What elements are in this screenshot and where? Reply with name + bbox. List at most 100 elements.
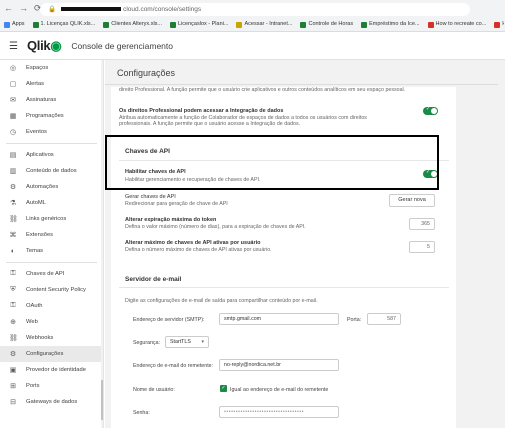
sidebar-icon: ⛨: [10, 286, 16, 293]
sidebar-item-label: Automações: [26, 184, 59, 190]
generate-new-button[interactable]: Gerar nova: [389, 194, 435, 207]
sidebar-item[interactable]: ⛓ Links genéricos: [0, 211, 103, 227]
sidebar-item-label: AutoML: [26, 200, 46, 206]
sidebar-icon: ⛓: [9, 216, 18, 223]
bookmark-label: 1. Licenças QLIK.xls...: [40, 21, 96, 27]
bookmark-item[interactable]: Acessar - Intranet...: [236, 19, 292, 30]
qlik-logo[interactable]: Qlik◉: [27, 38, 62, 54]
security-select[interactable]: StartTLS ▾: [165, 336, 209, 348]
bookmark-label: How to recreate co...: [435, 21, 487, 27]
sidebar-item[interactable]: ⚿ OAuth: [0, 298, 103, 314]
bookmark-item[interactable]: Controle de Horas: [300, 19, 353, 30]
bookmark-item[interactable]: 1. Licenças QLIK.xls...: [32, 19, 96, 30]
sidebar-divider: [6, 143, 97, 144]
bookmark-icon: [103, 21, 110, 28]
email-section-title: Servidor de e-mail: [125, 276, 182, 283]
sidebar-icon: ⚙: [9, 351, 17, 358]
lock-icon: 🔒: [48, 6, 57, 13]
sidebar-item[interactable]: ▦ Programações: [0, 108, 103, 124]
sidebar-icon: ⚿: [10, 270, 16, 277]
sidebar-item-label: Gateways de dados: [26, 399, 78, 405]
sidebar-icon: ▣: [9, 367, 17, 374]
sidebar-item[interactable]: ⌘ Extensões: [0, 227, 103, 243]
sidebar-item-label: Espaços: [26, 65, 49, 71]
bookmarks-bar: Apps 1. Licenças QLIK.xls... Clientes Alte…: [4, 19, 504, 30]
sidebar-icon: ▦: [9, 113, 17, 120]
sidebar-item-label: Aplicativos: [26, 152, 54, 158]
browser-nav: ← → ⟳: [4, 3, 42, 14]
sidebar-item[interactable]: ✉ Assinaturas: [0, 92, 103, 108]
back-icon[interactable]: ←: [4, 3, 13, 14]
bookmark-item[interactable]: Clientes Alteryx.xls...: [103, 19, 162, 30]
same-as-sender-checkbox[interactable]: ✓: [220, 385, 227, 392]
sidebar-icon: ◎: [9, 65, 17, 72]
highlight-box: [105, 135, 439, 190]
bookmark-icon: [361, 21, 368, 28]
sidebar-item[interactable]: ▥ Conteúdo de dados: [0, 163, 103, 179]
sidebar-item[interactable]: ⊟ Gateways de dados: [0, 394, 103, 410]
same-as-sender-label: Igual ao endereço de e-mail do remetente: [230, 387, 329, 393]
sidebar-scrollbar[interactable]: [101, 60, 103, 428]
sidebar-item[interactable]: ◷ Eventos: [0, 124, 103, 140]
sidebar-item[interactable]: ◎ Espaços: [0, 60, 103, 76]
port-input[interactable]: 587: [367, 313, 401, 325]
smtp-server-input[interactable]: smtp.gmail.com: [219, 313, 339, 325]
token-expiry-label: Alterar expiração máxima do token: [125, 217, 217, 223]
forward-icon[interactable]: →: [19, 3, 28, 14]
smtp-server-label: Endereço de servidor (SMTP):: [133, 317, 205, 323]
bookmark-item[interactable]: Apps: [4, 19, 25, 30]
generate-api-keys-label: Gerar chaves de API: [125, 194, 176, 200]
sidebar-item[interactable]: ⊞ Ports: [0, 378, 103, 394]
sidebar-icon: ▤: [9, 152, 17, 159]
sidebar-item[interactable]: ◐ Temas: [0, 243, 103, 259]
sender-input[interactable]: no-reply@nordica.net.br: [219, 359, 339, 371]
bookmark-item[interactable]: Empréstimo da Ice...: [361, 19, 420, 30]
top-description: direito Professional. A função permite q…: [119, 87, 406, 93]
sidebar-item-label: Provedor de identidade: [26, 367, 86, 373]
page-title: Configurações: [117, 68, 176, 78]
menu-icon[interactable]: ☰: [9, 41, 18, 52]
bookmark-label: Empréstimo da Ice...: [369, 21, 420, 27]
sidebar-item[interactable]: ⛓ Webhooks: [0, 330, 103, 346]
qlik-logo-mark: ◉: [50, 38, 62, 53]
sidebar-item-label: Content Security Policy: [26, 287, 86, 293]
bookmark-item[interactable]: How to recreate co...: [427, 19, 487, 30]
chevron-down-icon: ▾: [201, 339, 204, 345]
max-keys-input[interactable]: 5: [409, 241, 435, 253]
sidebar-item-label: Ports: [26, 383, 40, 389]
sidebar-item[interactable]: ⚿ Chaves de API: [0, 266, 103, 282]
password-input[interactable]: ••••••••••••••••••••••••••••••••••: [219, 406, 339, 418]
check-icon: ✓: [426, 106, 431, 112]
sidebar-item-label: Chaves de API: [26, 271, 65, 277]
sidebar-item-label: Configurações: [26, 351, 64, 357]
sidebar-item[interactable]: ⛨ Content Security Policy: [0, 282, 103, 298]
bookmark-icon: [300, 21, 307, 28]
sidebar-item[interactable]: ⚙ Configurações: [0, 346, 103, 362]
main-scrollbar[interactable]: [498, 60, 505, 428]
token-expiry-input[interactable]: 365: [409, 218, 435, 230]
sidebar-item[interactable]: ▤ Aplicativos: [0, 147, 103, 163]
sidebar-icon: ⊕: [10, 319, 16, 326]
sidebar-item[interactable]: ⚙ Automações: [0, 179, 103, 195]
bookmark-label: Controle de Horas: [308, 21, 354, 27]
professional-toggle[interactable]: ✓: [423, 106, 438, 115]
sidebar-item-label: Temas: [26, 248, 44, 254]
sidebar-item[interactable]: ▣ Provedor de identidade: [0, 362, 103, 378]
email-intro: Digite as configurações de e-mail de saí…: [125, 298, 318, 304]
sidebar-scrollbar-thumb[interactable]: [101, 380, 103, 420]
sidebar-icon: ⚿: [10, 302, 16, 309]
sidebar-item[interactable]: ▢ Alertas: [0, 76, 103, 92]
generate-api-keys-desc: Redirecionar para geração de chave de AP…: [125, 201, 228, 207]
sidebar-item-label: Webhooks: [26, 335, 54, 341]
sidebar-icon: ⚗: [9, 200, 17, 207]
sidebar-item[interactable]: ⊕ Web: [0, 314, 103, 330]
security-label: Segurança:: [133, 340, 161, 346]
app-title: Console de gerenciamento: [71, 41, 173, 51]
sender-label: Endereço de e-mail do remetente:: [133, 363, 214, 369]
sidebar-item[interactable]: ⚗ AutoML: [0, 195, 103, 211]
address-bar[interactable]: 🔒 cloud.com/console/settings: [40, 3, 470, 16]
bookmark-item[interactable]: How to change: [494, 19, 504, 30]
browser-toolbar: ← → ⟳ 🔒 cloud.com/console/settings Apps 1.…: [0, 0, 505, 32]
bookmark-item[interactable]: Licençaslox - Plani...: [170, 19, 228, 30]
bookmark-icon: [4, 21, 10, 28]
